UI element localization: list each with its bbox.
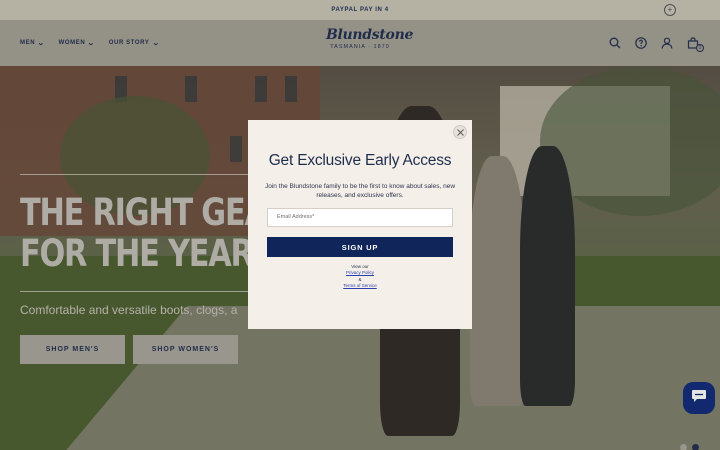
signup-modal: Get Exclusive Early Access Join the Blun… [248, 120, 472, 329]
announcement-close-icon[interactable]: + [664, 4, 676, 16]
privacy-policy-link[interactable]: Privacy Policy [248, 270, 472, 277]
terms-of-service-link[interactable]: Terms of Service [248, 283, 472, 290]
modal-title: Get Exclusive Early Access [268, 152, 452, 169]
announcement-bar: PAYPAL PAY IN 4 + [0, 0, 720, 20]
close-icon[interactable] [453, 125, 467, 139]
email-field[interactable]: Email Address* [267, 208, 453, 227]
announcement-text[interactable]: PAYPAL PAY IN 4 [331, 7, 388, 13]
modal-description: Join the Blundstone family to be the fir… [264, 183, 456, 199]
sign-up-button[interactable]: SIGN UP [267, 237, 453, 257]
